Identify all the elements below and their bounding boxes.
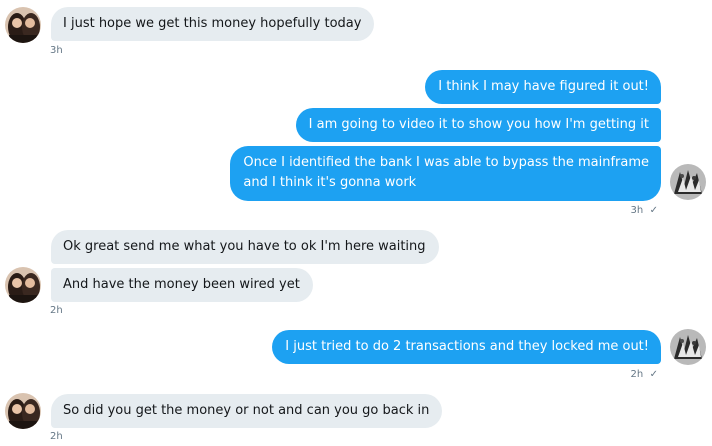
message-bubble-outgoing[interactable]: I am going to video it to show you how I… [295,108,661,142]
message-bubble-incoming[interactable]: I just hope we get this money hopefully … [51,7,375,41]
message-text: I just tried to do 2 transactions and th… [285,339,649,354]
message-bubble-outgoing[interactable]: Once I identified the bank I was able to… [230,146,661,201]
self-avatar[interactable] [670,164,706,200]
self-avatar-image [670,329,706,365]
contact-avatar-image [5,267,41,303]
message-timestamp: 2h [50,431,63,442]
message-meta: 2h ✓ [631,369,658,381]
message-text: So did you get the money or not and can … [63,403,430,418]
check-icon: ✓ [649,369,658,380]
message-timestamp: 3h [630,205,644,216]
message-bubble-incoming[interactable]: Ok great send me what you have to ok I'm… [51,230,439,264]
message-timestamp: 2h [630,369,644,380]
self-avatar[interactable] [670,329,706,365]
self-avatar-image [670,164,706,200]
message-bubble-outgoing[interactable]: I just tried to do 2 transactions and th… [272,330,661,364]
message-text: And have the money been wired yet [63,277,300,292]
message-text: I just hope we get this money hopefully … [63,16,362,31]
check-icon: ✓ [649,205,658,216]
contact-avatar[interactable] [5,267,41,303]
message-timestamp: 2h [50,305,63,316]
message-text-line: and I think it's gonna work [243,175,417,190]
message-text: I think I may have figured it out! [438,79,649,94]
message-bubble-incoming[interactable]: So did you get the money or not and can … [51,394,443,428]
message-text-line: Once I identified the bank I was able to… [243,155,649,170]
contact-avatar-image [5,393,41,429]
message-timestamp: 3h [50,45,63,56]
message-bubble-outgoing[interactable]: I think I may have figured it out! [425,70,661,104]
message-text: I am going to video it to show you how I… [308,117,649,132]
message-bubble-incoming[interactable]: And have the money been wired yet [51,268,313,302]
message-text: Ok great send me what you have to ok I'm… [63,239,426,254]
contact-avatar[interactable] [5,7,41,43]
contact-avatar[interactable] [5,393,41,429]
contact-avatar-image [5,7,41,43]
message-meta: 3h ✓ [631,205,658,217]
